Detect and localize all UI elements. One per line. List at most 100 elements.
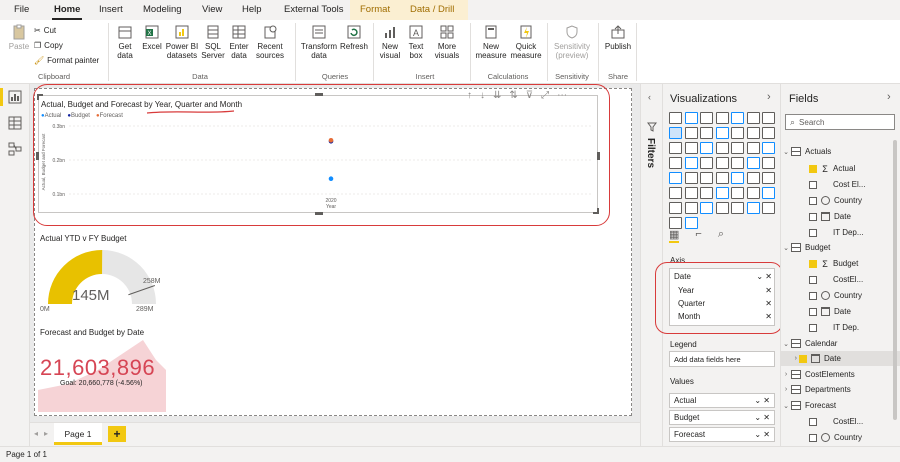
fields-tab-icon[interactable]: ▦	[669, 228, 680, 243]
field-checkbox[interactable]	[809, 291, 817, 300]
paste-button[interactable]: Paste	[6, 24, 32, 51]
field-item[interactable]: Date	[781, 304, 900, 319]
analytics-magnifier-icon[interactable]: ⌕	[718, 228, 724, 243]
tab-external-tools[interactable]: External Tools	[284, 4, 344, 15]
remove-icon[interactable]: ✕	[765, 299, 772, 308]
copy-button[interactable]: ❐ Copy	[34, 41, 63, 50]
chevron-right-icon[interactable]: ›	[887, 91, 891, 103]
resize-handle[interactable]	[597, 152, 600, 160]
visual-type-icon[interactable]	[715, 127, 729, 139]
text-box-button[interactable]: A Text box	[404, 24, 428, 60]
chevron-right-icon[interactable]: ›	[781, 371, 791, 378]
field-table-calendar[interactable]: ⌄ Calendar	[781, 336, 900, 351]
field-item[interactable]: CostEl...	[781, 414, 900, 429]
refresh-button[interactable]: Refresh	[339, 24, 369, 51]
sql-server-button[interactable]: SQL Server	[201, 24, 225, 60]
sensitivity-button[interactable]: Sensitivity (preview)	[551, 24, 593, 60]
field-checkbox[interactable]	[809, 323, 817, 332]
tab-file[interactable]: File	[14, 4, 29, 15]
visual-type-icon[interactable]	[700, 202, 713, 214]
visual-type-icon[interactable]	[684, 172, 698, 184]
visual-type-icon[interactable]	[762, 112, 775, 124]
expand-down-icon[interactable]: ⇊	[493, 90, 501, 101]
expand-all-icon[interactable]: ⇅	[509, 90, 517, 101]
visual-type-icon[interactable]	[684, 142, 698, 154]
visual-type-icon[interactable]	[731, 112, 744, 124]
field-checkbox[interactable]	[809, 180, 817, 189]
visual-type-icon[interactable]	[762, 187, 775, 199]
publish-button[interactable]: Publish	[603, 24, 633, 51]
visual-type-icon[interactable]	[746, 127, 760, 139]
visual-type-icon[interactable]	[715, 187, 729, 199]
field-checkbox[interactable]	[809, 275, 817, 284]
focus-mode-icon[interactable]: ⤢	[541, 90, 549, 101]
chevron-down-icon[interactable]: ⌄	[781, 402, 791, 410]
axis-field-quarter[interactable]: Quarter ✕	[678, 299, 772, 308]
visual-type-icon[interactable]	[715, 202, 729, 214]
cut-button[interactable]: ✂ Cut	[34, 26, 56, 35]
field-item[interactable]: Cost El...	[781, 177, 900, 192]
visual-type-icon[interactable]	[746, 112, 760, 124]
model-view-icon[interactable]	[8, 142, 22, 156]
field-item[interactable]: CostEl...	[781, 272, 900, 287]
field-table-costelements[interactable]: › CostElements	[781, 367, 900, 382]
visual-type-icon[interactable]	[746, 157, 760, 169]
fields-search-box[interactable]: ⌕ Search	[785, 114, 895, 130]
visual-type-icon[interactable]	[746, 142, 760, 154]
field-checkbox[interactable]	[809, 228, 817, 237]
fields-scrollbar[interactable]	[893, 140, 897, 420]
field-checkbox[interactable]	[809, 433, 817, 442]
visual-type-icon[interactable]	[762, 172, 775, 184]
resize-handle[interactable]	[315, 93, 323, 96]
more-visuals-button[interactable]: More visuals	[430, 24, 464, 60]
chevron-down-icon[interactable]: ⌄ ✕	[754, 413, 770, 422]
visual-type-icon[interactable]	[684, 112, 698, 124]
axis-field-month[interactable]: Month ✕	[678, 312, 772, 321]
chevron-down-icon[interactable]: ⌄	[781, 340, 791, 348]
add-page-button[interactable]: +	[108, 426, 126, 442]
get-data-button[interactable]: Get data	[112, 24, 138, 60]
chevron-left-icon[interactable]: ‹	[648, 92, 651, 102]
field-checkbox[interactable]	[809, 212, 817, 221]
visual-type-icon[interactable]	[762, 142, 775, 154]
visual-type-icon[interactable]	[669, 157, 682, 169]
visual-type-icon[interactable]	[731, 187, 744, 199]
visual-type-icon[interactable]	[715, 172, 729, 184]
page-tab-1[interactable]: Page 1	[54, 423, 102, 445]
resize-handle[interactable]	[593, 208, 599, 214]
data-view-icon[interactable]	[8, 116, 22, 130]
resize-handle[interactable]	[36, 152, 39, 160]
format-painter-button[interactable]: 🖌 Format painter	[34, 56, 99, 65]
field-table-budget[interactable]: ⌄ Budget	[781, 240, 900, 255]
visual-type-icon[interactable]	[669, 202, 682, 214]
visual-type-icon[interactable]	[731, 202, 744, 214]
visual-type-icon[interactable]	[669, 112, 682, 124]
field-table-forecast[interactable]: ⌄ Forecast	[781, 398, 900, 413]
visual-type-icon[interactable]	[684, 202, 698, 214]
field-checkbox[interactable]	[809, 259, 817, 268]
field-item[interactable]: Σ Budget	[781, 256, 900, 271]
chevron-down-icon[interactable]: ⌄ ✕	[754, 430, 770, 439]
more-options-icon[interactable]: ⋯	[557, 90, 567, 101]
visual-type-icon[interactable]	[700, 172, 713, 184]
remove-icon[interactable]: ✕	[765, 286, 772, 295]
tab-home[interactable]: Home	[54, 4, 80, 15]
axis-well[interactable]: Date ⌄ ✕ Year ✕ Quarter ✕ Month ✕	[669, 268, 775, 326]
visual-type-icon[interactable]	[731, 127, 744, 139]
chevron-right-icon[interactable]: ›	[767, 91, 771, 103]
axis-field-year[interactable]: Year ✕	[678, 286, 772, 295]
visual-type-icon[interactable]	[731, 142, 744, 154]
chevron-down-icon[interactable]: ⌄ ✕	[754, 396, 770, 405]
tab-modeling[interactable]: Modeling	[143, 4, 182, 15]
field-table-departments[interactable]: › Departments	[781, 382, 900, 397]
field-item[interactable]: Date	[781, 209, 900, 224]
field-checkbox[interactable]	[809, 417, 817, 426]
visual-type-icon[interactable]	[700, 157, 713, 169]
visual-type-icon[interactable]	[715, 112, 729, 124]
tab-view[interactable]: View	[202, 4, 222, 15]
filters-pane-collapsed[interactable]: ‹ Filters	[640, 84, 662, 446]
filter-icon[interactable]: ⊽	[526, 90, 533, 101]
visual-type-icon[interactable]	[669, 172, 682, 184]
scatter-chart-visual[interactable]: Actual, Budget and Forecast by Year, Qua…	[36, 90, 600, 215]
chevron-down-icon[interactable]: ⌄	[781, 244, 791, 252]
